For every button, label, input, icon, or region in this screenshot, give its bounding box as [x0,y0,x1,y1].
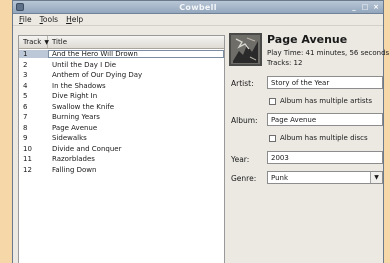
track-number: 7 [23,113,28,122]
track-title-text: Razorblades [52,155,95,164]
track-title: In the Shadows [48,82,224,90]
album-art[interactable] [229,33,262,66]
main-content: Track ▼ Title 1 And the Hero Will Drown 2 U… [13,27,389,263]
track-title-text: Until the Day I Die [52,60,117,69]
track-row[interactable]: 5 Dive Right In [19,91,224,102]
track-number: 3 [23,71,28,80]
track-title[interactable]: And the Hero Will Drown [48,50,224,59]
track-row[interactable]: 9 Sidewalks [19,133,224,144]
menu-bar: File Tools Help [13,14,383,26]
window-title: Cowbell [179,2,217,12]
track-title: Razorblades [48,155,224,163]
track-row[interactable]: 4 In the Shadows [19,81,224,92]
minimize-button[interactable]: _ [350,3,358,11]
artist-field[interactable]: Story of the Year [267,76,383,89]
album-field[interactable]: Page Avenue [267,113,383,126]
track-row[interactable]: 10 Divide and Conquer [19,144,224,155]
window-controls: _ □ × [350,3,380,11]
track-title: Falling Down [48,166,224,174]
track-number: 6 [23,102,28,111]
track-row[interactable]: 1 And the Hero Will Drown [19,49,224,60]
column-header-track[interactable]: Track ▼ [19,36,49,48]
track-row[interactable]: 2 Until the Day I Die [19,60,224,71]
cowbell-window: Cowbell _ □ × File Tools Help Track ▼ Ti… [12,0,389,263]
track-number: 5 [23,92,28,101]
multiple-discs-checkbox[interactable]: Album has multiple discs [269,134,368,142]
track-title-text: Dive Right In [52,92,98,101]
track-title-text: Falling Down [52,165,97,174]
track-count: Tracks: 12 [267,59,303,67]
multiple-artists-checkbox[interactable]: Album has multiple artists [269,97,372,105]
album-details: Page Avenue Play Time: 41 minutes, 56 se… [227,27,389,263]
track-number: 8 [23,123,28,132]
genre-select[interactable]: Punk ▼ [267,171,383,184]
track-title-text: Burning Years [52,113,100,122]
track-title-text: Divide and Conquer [52,144,122,153]
checkbox-box[interactable] [269,134,276,142]
album-label: Album: [231,116,258,125]
year-field[interactable]: 2003 [267,151,383,164]
track-rows: 1 And the Hero Will Drown 2 Until the Day I… [19,49,224,175]
track-title-text: In the Shadows [52,81,106,90]
column-header-title[interactable]: Title [48,36,224,48]
track-title: Burning Years [48,113,224,121]
track-title: Swallow the Knife [48,103,224,111]
track-title: Dive Right In [48,92,224,100]
track-row[interactable]: 6 Swallow the Knife [19,102,224,113]
track-number: 2 [23,60,28,69]
track-number: 12 [23,165,32,174]
app-icon[interactable] [16,3,24,11]
track-title: Sidewalks [48,134,224,142]
track-row[interactable]: 7 Burning Years [19,112,224,123]
track-title-text: Anthem of Our Dying Day [52,71,143,80]
track-title-text: Sidewalks [52,134,87,143]
track-number: 10 [23,144,32,153]
track-number: 11 [23,155,32,164]
track-list-header: Track ▼ Title [19,36,224,49]
year-label: Year: [231,155,250,164]
play-time: Play Time: 41 minutes, 56 seconds [267,49,390,57]
track-title-text: And the Hero Will Drown [52,50,138,59]
track-number: 4 [23,81,28,90]
track-title: Divide and Conquer [48,145,224,153]
genre-label: Genre: [231,174,257,183]
checkbox-box[interactable] [269,97,276,105]
track-number: 9 [23,134,28,143]
track-row[interactable]: 3 Anthem of Our Dying Day [19,70,224,81]
album-title: Page Avenue [267,33,348,46]
menu-tools[interactable]: Tools [40,15,58,24]
maximize-button[interactable]: □ [361,3,369,11]
track-title: Until the Day I Die [48,61,224,69]
track-title: Page Avenue [48,124,224,132]
track-list[interactable]: Track ▼ Title 1 And the Hero Will Drown 2 U… [18,35,225,263]
track-row[interactable]: 8 Page Avenue [19,123,224,134]
menu-help[interactable]: Help [66,15,83,24]
track-title-text: Page Avenue [52,123,98,132]
track-title-text: Swallow the Knife [52,102,115,111]
track-row[interactable]: 12 Falling Down [19,165,224,176]
title-bar[interactable]: Cowbell _ □ × [13,1,383,14]
close-button[interactable]: × [372,3,380,11]
track-number: 1 [19,50,48,59]
chevron-down-icon[interactable]: ▼ [370,172,382,183]
menu-file[interactable]: File [19,15,32,24]
track-title: Anthem of Our Dying Day [48,71,224,79]
artist-label: Artist: [231,79,254,88]
track-row[interactable]: 11 Razorblades [19,154,224,165]
